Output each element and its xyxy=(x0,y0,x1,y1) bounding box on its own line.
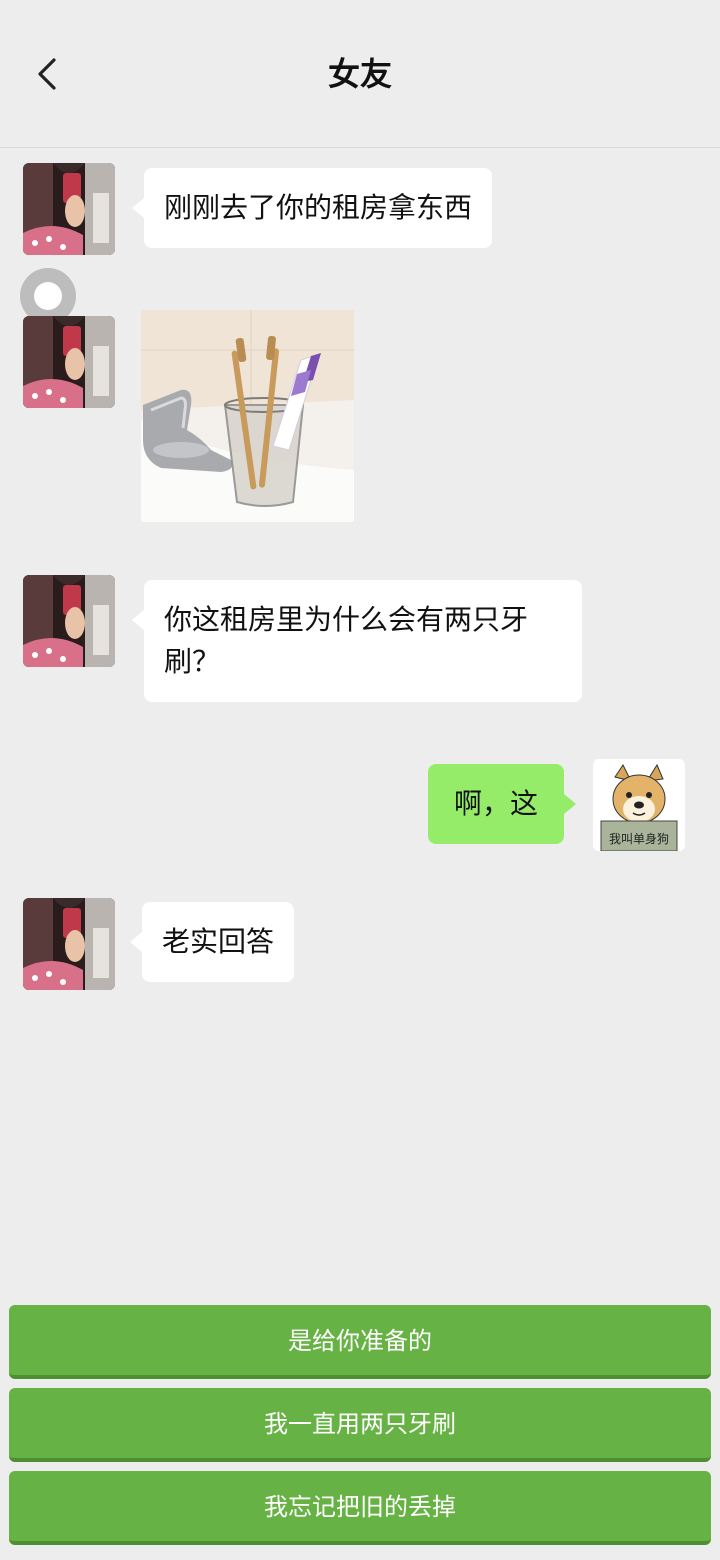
message-text: 你这租房里为什么会有两只牙刷？ xyxy=(164,603,529,678)
contact-avatar[interactable] xyxy=(23,898,115,990)
message-bubble[interactable]: 刚刚去了你的租房拿东西 xyxy=(131,168,493,248)
message-text: 啊，这 xyxy=(453,787,538,820)
doge-avatar-icon: 我叫单身狗 xyxy=(593,759,685,851)
doge-caption: 我叫单身狗 xyxy=(609,831,669,846)
top-bar: 女友 xyxy=(0,0,720,148)
selfie-avatar-icon xyxy=(23,163,115,255)
choice-button-1[interactable]: 是给你准备的 xyxy=(9,1305,711,1379)
contact-avatar[interactable] xyxy=(23,163,115,255)
selfie-avatar-icon xyxy=(23,898,115,990)
contact-avatar[interactable] xyxy=(23,316,115,408)
message-text: 刚刚去了你的租房拿东西 xyxy=(164,191,473,224)
message-text: 老实回答 xyxy=(162,925,275,958)
my-message-bubble[interactable]: 啊，这 xyxy=(428,764,576,844)
my-avatar[interactable]: 我叫单身狗 xyxy=(593,759,685,851)
choice-button-3[interactable]: 我忘记把旧的丢掉 xyxy=(9,1471,711,1545)
selfie-avatar-icon xyxy=(23,316,115,408)
chat-title: 女友 xyxy=(327,55,392,93)
message-bubble[interactable]: 老实回答 xyxy=(129,902,295,982)
message-bubble[interactable]: 你这租房里为什么会有两只牙刷？ xyxy=(132,580,582,702)
toothbrush-cup-photo xyxy=(141,310,354,522)
message-image[interactable] xyxy=(141,310,354,522)
selfie-avatar-icon xyxy=(23,575,115,667)
choice-button-2[interactable]: 我一直用两只牙刷 xyxy=(9,1388,711,1462)
contact-avatar[interactable] xyxy=(23,575,115,667)
